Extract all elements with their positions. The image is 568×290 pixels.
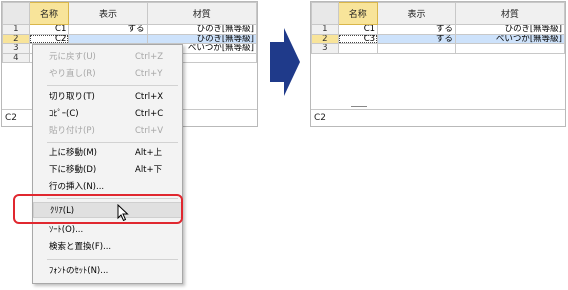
column-header-show[interactable]: 表示 [377, 2, 456, 25]
menu-item-copy[interactable]: ｺﾋﾟｰ(C) Ctrl+C [33, 106, 182, 122]
cell-name[interactable]: C3 [337, 33, 379, 44]
table-row: 1 C1 する ひのき[無等級] [2, 24, 257, 35]
menu-separator [47, 85, 178, 86]
data-grid-after: 名称 表示 材質 1 C1 する ひのき[無等級] 2 C3 する べいつが[無… [311, 2, 565, 54]
menu-item-move-down[interactable]: 下に移動(D) Alt+下 [33, 162, 182, 178]
cell-show[interactable]: する [377, 24, 456, 35]
menu-item-redo[interactable]: やり直し(R) Ctrl+Y [33, 66, 182, 82]
cell-show[interactable] [68, 33, 148, 44]
row-header[interactable]: 1 [2, 24, 30, 35]
cell-show[interactable]: する [68, 24, 148, 35]
cell-material[interactable]: ひのき[無等級] [454, 24, 565, 35]
cell-name[interactable]: C1 [28, 24, 70, 35]
cell-show[interactable] [377, 43, 456, 54]
grid-corner[interactable] [2, 2, 30, 25]
column-header-show[interactable]: 表示 [68, 2, 148, 25]
row-header[interactable]: 3 [311, 43, 339, 54]
column-header-material[interactable]: 材質 [454, 2, 565, 25]
splitter-handle[interactable] [351, 106, 367, 107]
row-header[interactable]: 1 [311, 24, 339, 35]
menu-item-sort[interactable]: ｿｰﾄ(O)... [33, 222, 182, 238]
menu-item-paste[interactable]: 貼り付け(P) Ctrl+V [33, 123, 182, 139]
column-header-material[interactable]: 材質 [146, 2, 257, 25]
column-header-name[interactable]: 名称 [28, 2, 70, 25]
arrow-right-icon [270, 28, 300, 96]
status-cell-ref: C2 [314, 113, 327, 123]
menu-item-move-up[interactable]: 上に移動(M) Alt+上 [33, 145, 182, 161]
menu-separator [47, 142, 178, 143]
table-row: 1 C1 する ひのき[無等級] [311, 24, 565, 35]
menu-separator [47, 259, 178, 260]
row-header[interactable]: 2 [311, 33, 339, 44]
table-row: 2 C2 ひのき[無等級] [2, 33, 257, 44]
cell-name[interactable]: C2 [28, 33, 70, 44]
status-bar: C2 [311, 109, 565, 126]
menu-item-find-replace[interactable]: 検索と置換(F)... [33, 239, 182, 255]
menu-item-cut[interactable]: 切り取り(T) Ctrl+X [33, 89, 182, 105]
table-row: 2 C3 する べいつが[無等級] [311, 33, 565, 44]
cell-name[interactable] [337, 43, 379, 54]
row-header[interactable]: 2 [2, 33, 30, 44]
row-header[interactable]: 4 [2, 52, 30, 63]
highlight-box [13, 194, 183, 224]
grid-corner[interactable] [311, 2, 339, 25]
cell-material[interactable]: ひのき[無等級] [146, 24, 257, 35]
menu-item-undo[interactable]: 元に戻す(U) Ctrl+Z [33, 49, 182, 65]
grid-window-after: 名称 表示 材質 1 C1 する ひのき[無等級] 2 C3 する べいつが[無… [310, 1, 566, 127]
context-menu: 元に戻す(U) Ctrl+Z やり直し(R) Ctrl+Y 切り取り(T) Ctrl+… [32, 44, 183, 284]
cell-material[interactable]: べいつが[無等級] [454, 33, 565, 44]
cell-name[interactable]: C1 [337, 24, 379, 35]
table-row: 3 [311, 43, 565, 54]
cell-material[interactable] [454, 43, 565, 54]
row-header[interactable]: 3 [2, 43, 30, 54]
menu-item-insert-row[interactable]: 行の挿入(N)... [33, 179, 182, 195]
cell-material[interactable]: ひのき[無等級] [146, 33, 257, 44]
menu-item-font-set[interactable]: ﾌｫﾝﾄのｾｯﾄ(N)... [33, 263, 182, 279]
status-cell-ref: C2 [5, 113, 18, 123]
column-header-name[interactable]: 名称 [337, 2, 379, 25]
cell-show[interactable]: する [377, 33, 456, 44]
mouse-pointer-icon [117, 204, 129, 222]
